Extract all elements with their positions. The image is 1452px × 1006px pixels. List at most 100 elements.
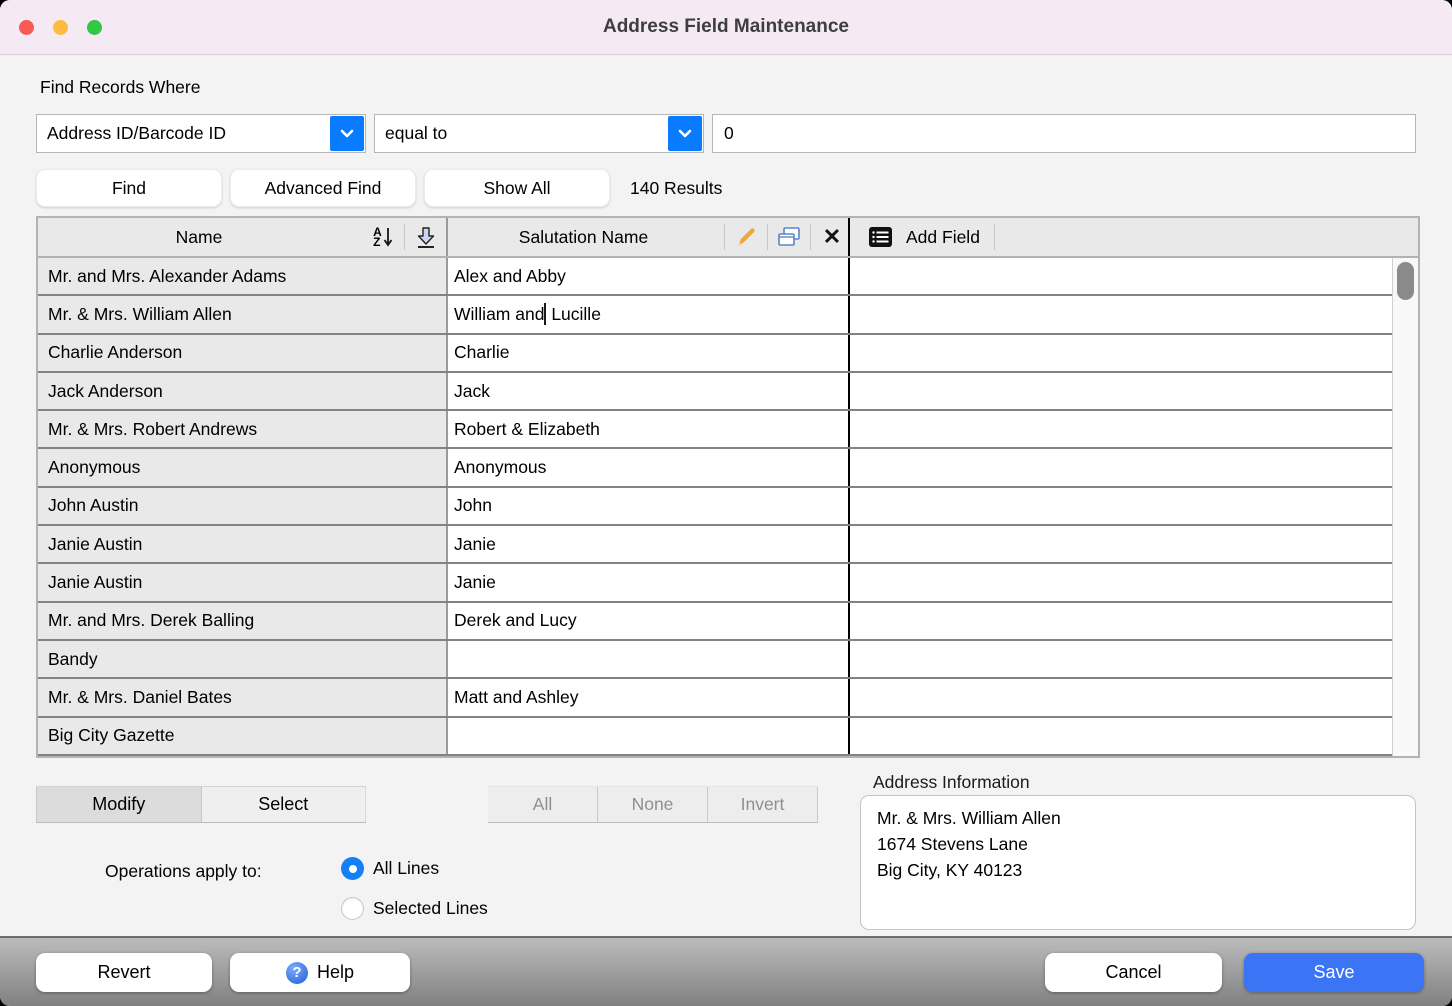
table-row[interactable]: Jack AndersonJack xyxy=(38,373,1392,411)
chevron-down-icon xyxy=(668,116,702,151)
fill-down-arrow-icon[interactable] xyxy=(410,221,442,253)
extra-field-cell[interactable] xyxy=(850,526,1392,562)
selected-lines-radio[interactable] xyxy=(341,897,364,920)
operator-selector-dropdown[interactable]: equal to xyxy=(374,114,704,153)
salutation-cell[interactable]: Alex and Abby xyxy=(448,258,850,294)
add-field-label[interactable]: Add Field xyxy=(906,227,980,248)
table-row[interactable]: AnonymousAnonymous xyxy=(38,449,1392,487)
select-all-button[interactable]: All xyxy=(488,787,598,822)
table-row[interactable]: Mr. & Mrs. Daniel BatesMatt and Ashley xyxy=(38,679,1392,717)
extra-field-cell[interactable] xyxy=(850,335,1392,371)
help-button[interactable]: ? Help xyxy=(230,953,410,992)
close-window-button[interactable] xyxy=(19,20,34,35)
name-cell[interactable]: Charlie Anderson xyxy=(38,335,448,371)
extra-field-cell[interactable] xyxy=(850,373,1392,409)
name-cell[interactable]: Bandy xyxy=(38,641,448,677)
table-row[interactable]: Mr. & Mrs. Robert AndrewsRobert & Elizab… xyxy=(38,411,1392,449)
save-button[interactable]: Save xyxy=(1244,953,1424,992)
extra-field-cell[interactable] xyxy=(850,603,1392,639)
extra-field-cell[interactable] xyxy=(850,258,1392,294)
table-row[interactable]: Big City Gazette xyxy=(38,718,1392,756)
name-cell[interactable]: Anonymous xyxy=(38,449,448,485)
tab-select[interactable]: Select xyxy=(202,787,367,822)
results-count: 140 Results xyxy=(630,169,722,207)
selected-lines-label: Selected Lines xyxy=(373,898,488,919)
salutation-cell[interactable]: John xyxy=(448,488,850,524)
show-all-button[interactable]: Show All xyxy=(424,169,610,207)
name-cell[interactable]: Mr. and Mrs. Derek Balling xyxy=(38,603,448,639)
name-cell[interactable]: Mr. & Mrs. Daniel Bates xyxy=(38,679,448,715)
address-field-maintenance-window: Address Field Maintenance Find Records W… xyxy=(0,0,1452,1006)
address-information-box: Mr. & Mrs. William Allen 1674 Stevens La… xyxy=(860,795,1416,930)
all-lines-radio[interactable] xyxy=(341,857,364,880)
pencil-icon[interactable] xyxy=(730,221,762,253)
header-divider xyxy=(724,224,725,250)
salutation-cell[interactable]: Matt and Ashley xyxy=(448,679,850,715)
name-cell[interactable]: Mr. & Mrs. William Allen xyxy=(38,296,448,332)
vertical-scrollbar-thumb[interactable] xyxy=(1397,262,1414,300)
salutation-cell[interactable]: Janie xyxy=(448,564,850,600)
header-divider xyxy=(994,224,995,250)
salutation-cell[interactable]: Anonymous xyxy=(448,449,850,485)
table-row[interactable]: Mr. and Mrs. Alexander AdamsAlex and Abb… xyxy=(38,258,1392,296)
list-document-icon[interactable] xyxy=(864,221,896,253)
minimize-window-button[interactable] xyxy=(53,20,68,35)
address-information-label: Address Information xyxy=(873,772,1030,793)
cancel-button[interactable]: Cancel xyxy=(1045,953,1222,992)
table-row[interactable]: Bandy xyxy=(38,641,1392,679)
salutation-cell[interactable]: Janie xyxy=(448,526,850,562)
salutation-cell[interactable]: Robert & Elizabeth xyxy=(448,411,850,447)
copy-windows-icon[interactable] xyxy=(773,221,805,253)
records-table: Name AZ Salutation Name xyxy=(36,216,1420,758)
table-row[interactable]: Janie AustinJanie xyxy=(38,526,1392,564)
field-selector-dropdown[interactable]: Address ID/Barcode ID xyxy=(36,114,366,153)
name-column-label: Name xyxy=(38,227,360,248)
delete-x-icon[interactable]: ✕ xyxy=(816,221,848,253)
name-cell[interactable]: John Austin xyxy=(38,488,448,524)
address-line: 1674 Stevens Lane xyxy=(877,831,1399,857)
name-cell[interactable]: Big City Gazette xyxy=(38,718,448,754)
tab-modify[interactable]: Modify xyxy=(36,787,202,822)
title-bar: Address Field Maintenance xyxy=(0,0,1452,55)
table-header: Name AZ Salutation Name xyxy=(38,218,1418,258)
salutation-cell[interactable] xyxy=(448,718,850,754)
revert-button[interactable]: Revert xyxy=(36,953,212,992)
extra-field-cell[interactable] xyxy=(850,411,1392,447)
salutation-cell[interactable]: William and Lucille xyxy=(448,296,850,332)
extra-field-cell[interactable] xyxy=(850,641,1392,677)
extra-field-cell[interactable] xyxy=(850,296,1392,332)
table-row[interactable]: Charlie AndersonCharlie xyxy=(38,335,1392,373)
extra-field-cell[interactable] xyxy=(850,679,1392,715)
help-button-label: Help xyxy=(317,962,354,983)
find-value-input[interactable] xyxy=(712,114,1416,153)
salutation-column-header[interactable]: Salutation Name ✕ xyxy=(448,218,850,256)
name-cell[interactable]: Janie Austin xyxy=(38,564,448,600)
field-selector-value: Address ID/Barcode ID xyxy=(37,123,330,144)
name-cell[interactable]: Mr. and Mrs. Alexander Adams xyxy=(38,258,448,294)
invert-selection-button[interactable]: Invert xyxy=(708,787,818,822)
table-row[interactable]: Mr. & Mrs. William AllenWilliam and Luci… xyxy=(38,296,1392,334)
extra-field-cell[interactable] xyxy=(850,564,1392,600)
table-row[interactable]: John AustinJohn xyxy=(38,488,1392,526)
table-row[interactable]: Janie AustinJanie xyxy=(38,564,1392,602)
name-cell[interactable]: Janie Austin xyxy=(38,526,448,562)
find-button[interactable]: Find xyxy=(36,169,222,207)
name-cell[interactable]: Mr. & Mrs. Robert Andrews xyxy=(38,411,448,447)
salutation-cell[interactable]: Charlie xyxy=(448,335,850,371)
vertical-scrollbar[interactable] xyxy=(1392,258,1418,756)
header-divider xyxy=(404,224,405,250)
table-rows: Mr. and Mrs. Alexander AdamsAlex and Abb… xyxy=(38,258,1392,756)
advanced-find-button[interactable]: Advanced Find xyxy=(230,169,416,207)
select-none-button[interactable]: None xyxy=(598,787,708,822)
name-column-header[interactable]: Name AZ xyxy=(38,218,448,256)
zoom-window-button[interactable] xyxy=(87,20,102,35)
sort-a-to-z-icon[interactable]: AZ xyxy=(367,221,399,253)
extra-field-cell[interactable] xyxy=(850,488,1392,524)
salutation-cell[interactable] xyxy=(448,641,850,677)
salutation-cell[interactable]: Derek and Lucy xyxy=(448,603,850,639)
extra-field-cell[interactable] xyxy=(850,718,1392,754)
table-row[interactable]: Mr. and Mrs. Derek BallingDerek and Lucy xyxy=(38,603,1392,641)
name-cell[interactable]: Jack Anderson xyxy=(38,373,448,409)
extra-field-cell[interactable] xyxy=(850,449,1392,485)
salutation-cell[interactable]: Jack xyxy=(448,373,850,409)
